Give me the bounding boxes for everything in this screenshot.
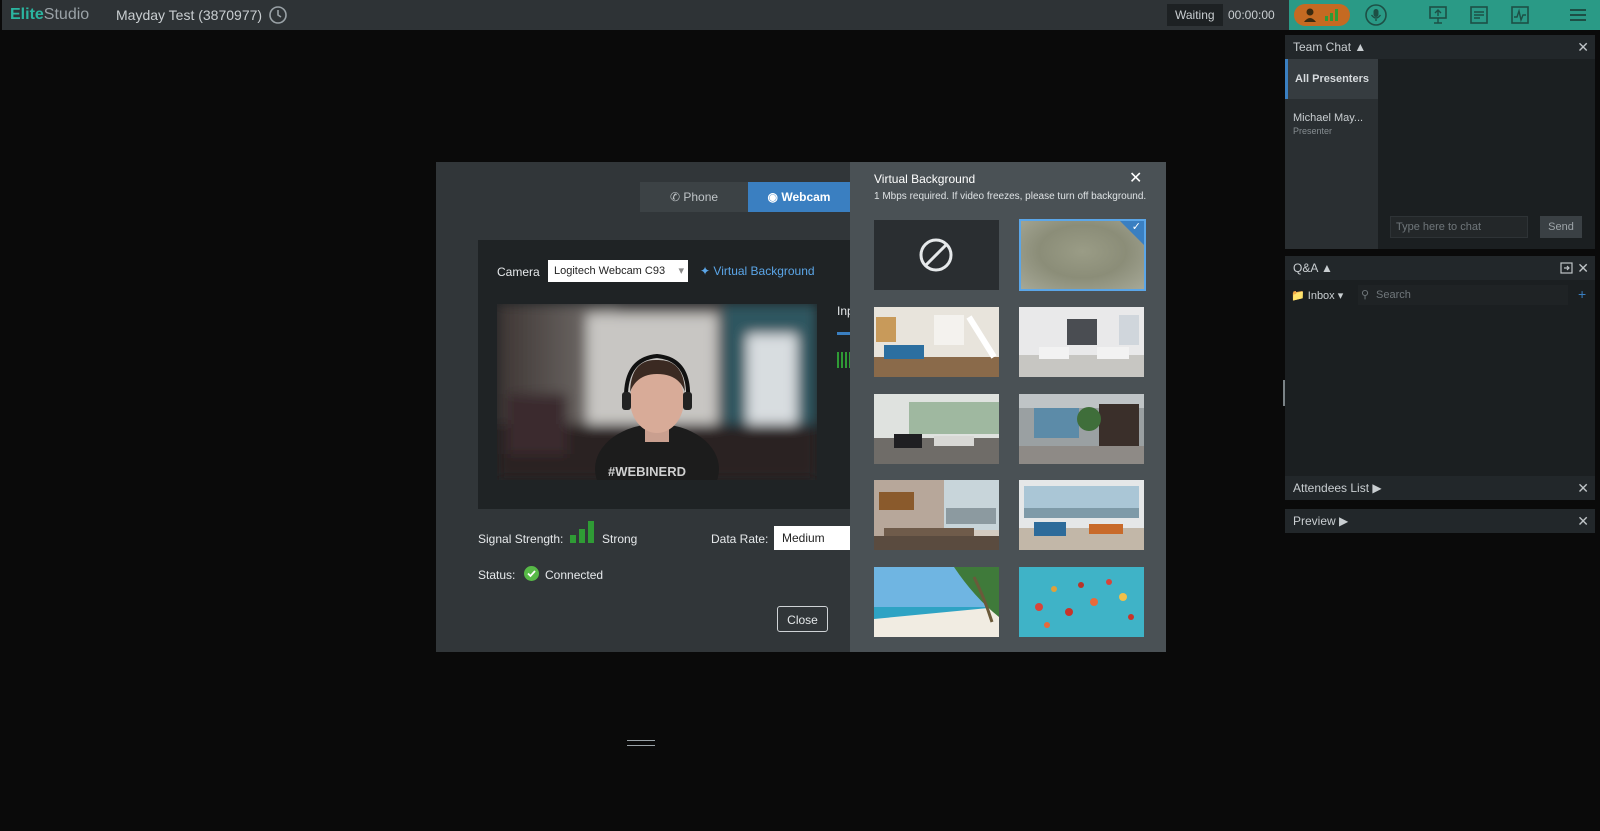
broadcast-status-badge: Waiting (1167, 4, 1223, 26)
close-icon[interactable]: ✕ (1129, 168, 1142, 188)
shirt-text: #WEBINERD (608, 464, 686, 479)
virtual-background-link[interactable]: ✦ Virtual Background (700, 264, 815, 278)
folder-icon: 📁 (1291, 290, 1305, 302)
data-rate-label: Data Rate: (711, 532, 769, 546)
drag-handle[interactable] (627, 740, 655, 746)
vb-option-waterfront-lounge[interactable] (1019, 480, 1144, 550)
webcam-preview: #WEBINERD (497, 304, 817, 480)
signal-strength-icon (570, 521, 594, 543)
no-background-icon (919, 238, 953, 272)
virtual-background-title: Virtual Background (874, 172, 976, 186)
camera-select[interactable]: Logitech Webcam C93 ▾ (548, 260, 688, 282)
vb-option-hot-air-balloons[interactable] (1019, 567, 1144, 637)
clock-icon[interactable] (268, 5, 288, 25)
expand-caret-icon: ▶ (1339, 514, 1349, 528)
add-question-icon[interactable]: + (1578, 286, 1586, 302)
chat-input[interactable]: Type here to chat (1390, 216, 1528, 238)
collapse-caret-icon: ▲ (1321, 261, 1333, 275)
broadcast-timer: 00:00:00 (1228, 8, 1275, 22)
signal-strength-value: Strong (602, 532, 638, 546)
phone-icon: ✆ (669, 190, 680, 204)
qa-search-input[interactable]: ⚲ Search (1358, 285, 1568, 305)
session-title: Mayday Test (3870977) (116, 7, 263, 23)
search-icon: ⚲ (1361, 289, 1370, 301)
qa-title: Q&A ▲ (1293, 261, 1333, 275)
attendees-list-header[interactable]: Attendees List ▶ ✕ (1285, 476, 1595, 500)
send-button[interactable]: Send (1540, 216, 1582, 238)
tab-webcam[interactable]: ◉ Webcam (748, 182, 850, 212)
camera-label: Camera (497, 265, 540, 279)
member-name[interactable]: Michael May... (1293, 112, 1363, 124)
signal-bars-icon (1325, 9, 1338, 21)
user-icon (1304, 8, 1316, 22)
webcam-signal-button[interactable] (1294, 4, 1350, 26)
vb-option-office-plants[interactable] (1019, 394, 1144, 464)
panel-resize-handle[interactable] (1283, 380, 1285, 406)
chevron-down-icon: ▾ (1337, 290, 1344, 302)
qa-body (1285, 280, 1595, 478)
app-logo: EliteStudio (10, 6, 90, 23)
team-chat-header[interactable]: Team Chat ▲ ✕ (1285, 35, 1595, 59)
qa-header[interactable]: Q&A ▲ ✕ (1285, 256, 1595, 280)
audio-level-meter (837, 352, 850, 368)
close-icon[interactable]: ✕ (1577, 480, 1589, 497)
vb-option-dining-view[interactable] (874, 480, 999, 550)
close-icon[interactable]: ✕ (1577, 260, 1589, 277)
virtual-background-note: 1 Mbps required. If video freezes, pleas… (874, 191, 1147, 202)
vb-option-white-lounge[interactable] (1019, 307, 1144, 377)
sparkle-icon: ✦ (700, 264, 711, 278)
check-circle-icon (524, 566, 539, 581)
collapse-caret-icon: ▲ (1354, 40, 1367, 54)
vb-option-none[interactable] (874, 220, 999, 290)
signal-strength-label: Signal Strength: (478, 532, 564, 546)
microphone-icon[interactable] (1365, 4, 1387, 26)
data-rate-select[interactable]: Medium (774, 526, 850, 550)
analytics-icon[interactable] (1509, 4, 1531, 26)
slides-icon[interactable] (1468, 4, 1490, 26)
popout-icon[interactable] (1560, 262, 1573, 274)
vb-option-office-lounge[interactable] (874, 394, 999, 464)
status-value: Connected (545, 568, 604, 582)
webcam-icon: ◉ (767, 190, 778, 204)
vb-option-living-room[interactable] (874, 307, 999, 377)
vb-option-blur[interactable]: ✓ (1019, 219, 1146, 291)
checkmark-icon: ✓ (1131, 221, 1141, 233)
status-label: Status: (478, 568, 516, 582)
inbox-dropdown[interactable]: 📁 Inbox ▾ (1291, 289, 1343, 302)
screen-share-icon[interactable] (1427, 4, 1449, 26)
team-chat-title: Team Chat ▲ (1293, 40, 1367, 54)
close-button[interactable]: Close (777, 606, 828, 632)
close-icon[interactable]: ✕ (1577, 39, 1589, 56)
menu-icon[interactable] (1567, 4, 1589, 26)
member-role: Presenter (1293, 126, 1333, 136)
close-icon[interactable]: ✕ (1577, 513, 1589, 530)
chevron-down-icon: ▾ (678, 265, 684, 277)
channel-all-presenters[interactable]: All Presenters (1285, 59, 1378, 99)
preview-header[interactable]: Preview ▶ ✕ (1285, 509, 1595, 533)
vb-option-beach[interactable] (874, 567, 999, 637)
tab-phone[interactable]: ✆ Phone (640, 182, 748, 212)
input-level-bar (837, 332, 850, 335)
expand-caret-icon: ▶ (1372, 481, 1382, 495)
